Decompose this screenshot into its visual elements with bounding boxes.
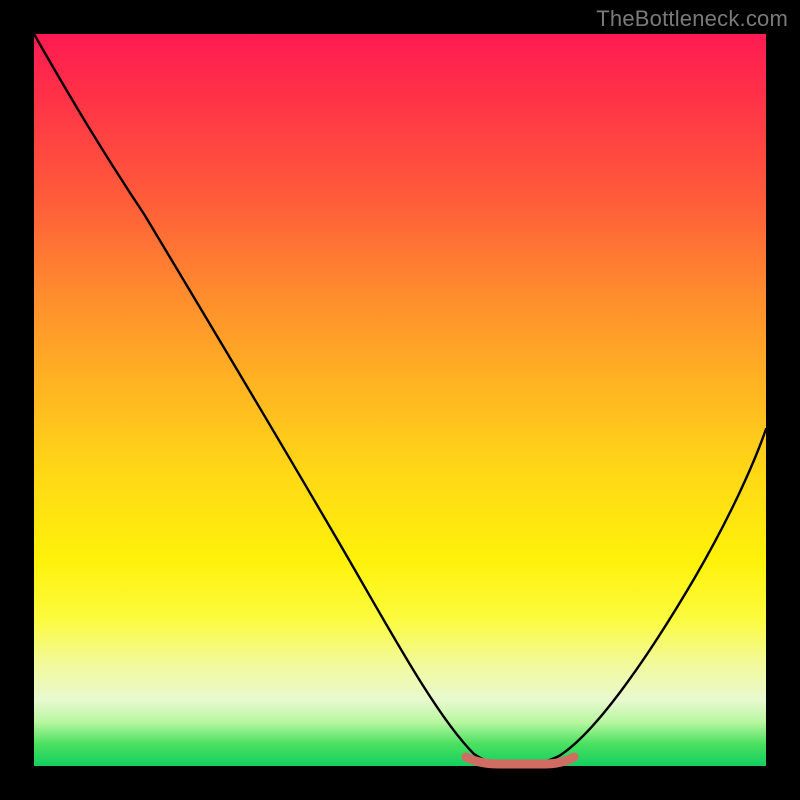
bottleneck-curve-path — [34, 34, 766, 766]
chart-frame: TheBottleneck.com — [0, 0, 800, 800]
curve-layer — [34, 34, 766, 766]
watermark-text: TheBottleneck.com — [596, 6, 788, 32]
optimal-range-marker — [466, 757, 574, 764]
